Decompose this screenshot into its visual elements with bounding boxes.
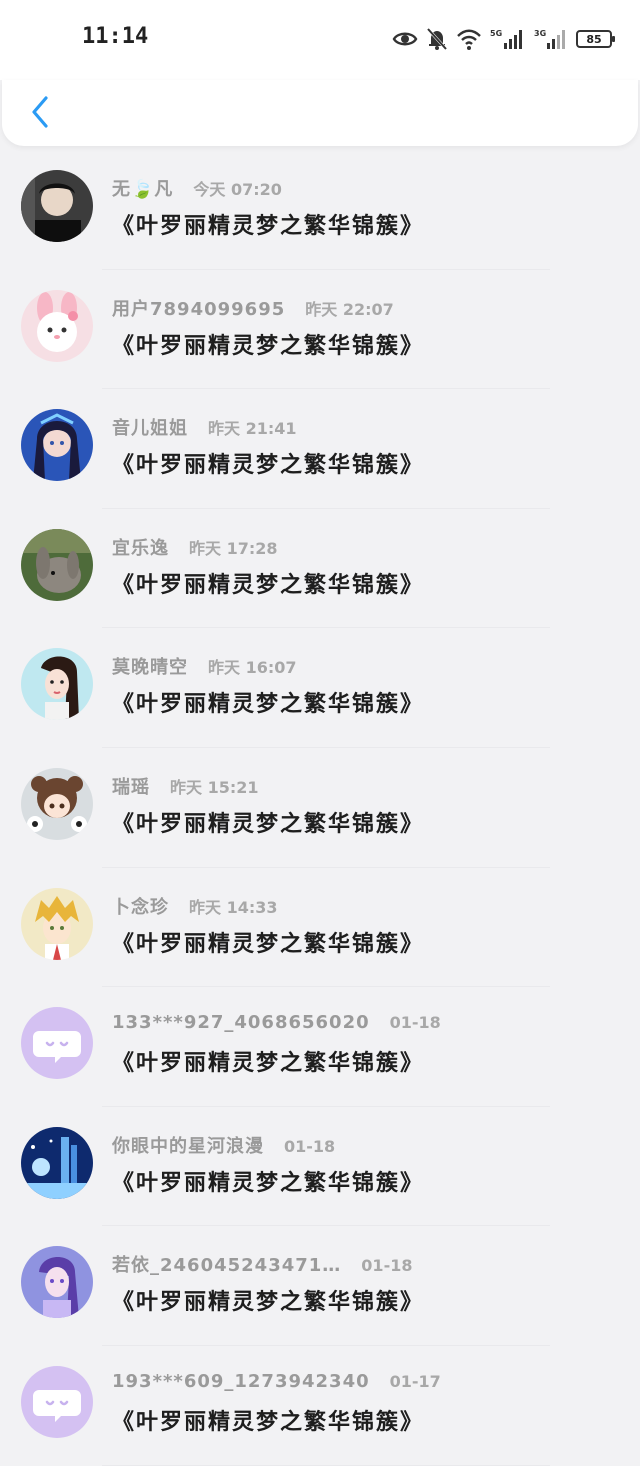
network-label-3g: 3G bbox=[534, 29, 546, 38]
comment-meta: 用户7894099695 昨天 22:07 bbox=[112, 295, 394, 321]
back-button[interactable] bbox=[20, 92, 60, 132]
timestamp: 01-18 bbox=[284, 1136, 336, 1156]
user-avatar[interactable] bbox=[21, 887, 93, 960]
username[interactable]: 你眼中的星河浪漫 bbox=[112, 1132, 264, 1158]
user-avatar[interactable] bbox=[21, 170, 93, 242]
username[interactable]: 133***927_4068656020 bbox=[112, 1012, 370, 1033]
mute-bell-icon bbox=[426, 27, 448, 51]
comment-meta: 无🍃凡 今天 07:20 bbox=[112, 175, 282, 201]
book-title-link[interactable]: 《叶罗丽精灵梦之繁华锦簇》 bbox=[112, 447, 424, 479]
book-title-link[interactable]: 《叶罗丽精灵梦之繁华锦簇》 bbox=[112, 1045, 424, 1077]
comment-meta: 宜乐逸 昨天 17:28 bbox=[112, 534, 278, 560]
user-avatar[interactable] bbox=[21, 1007, 93, 1080]
comment-meta: 莫晚晴空 昨天 16:07 bbox=[112, 653, 297, 679]
network-label-5g: 5G bbox=[490, 29, 502, 38]
comment-item[interactable]: 音儿姐姐 昨天 21:41 《叶罗丽精灵梦之繁华锦簇》 bbox=[0, 389, 640, 509]
user-avatar[interactable] bbox=[21, 528, 93, 601]
timestamp: 昨天 21:41 bbox=[208, 419, 297, 439]
comment-meta: 卜念珍 昨天 14:33 bbox=[112, 893, 278, 919]
comment-meta: 133***927_4068656020 01-18 bbox=[112, 1012, 441, 1033]
eye-icon bbox=[392, 32, 418, 46]
timestamp: 01-18 bbox=[389, 1013, 441, 1033]
battery-indicator: 85 bbox=[576, 30, 615, 48]
signal-3g-icon: 3G bbox=[534, 29, 565, 49]
timestamp: 01-18 bbox=[361, 1256, 413, 1276]
comment-item[interactable]: 宜乐逸 昨天 17:28 《叶罗丽精灵梦之繁华锦簇》 bbox=[0, 509, 640, 629]
username[interactable]: 莫晚晴空 bbox=[112, 653, 188, 679]
timestamp: 01-17 bbox=[389, 1371, 441, 1391]
book-title-link[interactable]: 《叶罗丽精灵梦之繁华锦簇》 bbox=[112, 328, 424, 360]
username[interactable]: 193***609_1273942340 bbox=[112, 1371, 370, 1392]
comment-item[interactable]: 用户7894099695 昨天 22:07 《叶罗丽精灵梦之繁华锦簇》 bbox=[0, 270, 640, 390]
timestamp: 今天 07:20 bbox=[193, 180, 282, 199]
username[interactable]: 宜乐逸 bbox=[112, 534, 169, 560]
comment-item[interactable]: 193***609_1273942340 01-17 《叶罗丽精灵梦之繁华锦簇》 bbox=[0, 1346, 640, 1466]
user-avatar[interactable] bbox=[21, 648, 93, 721]
divider bbox=[102, 1464, 550, 1466]
comment-item[interactable]: 133***927_4068656020 01-18 《叶罗丽精灵梦之繁华锦簇》 bbox=[0, 987, 640, 1107]
username[interactable]: 若依_246045243471… bbox=[112, 1251, 341, 1277]
comment-item[interactable]: 莫晚晴空 昨天 16:07 《叶罗丽精灵梦之繁华锦簇》 bbox=[0, 628, 640, 748]
chevron-left-icon bbox=[32, 96, 48, 128]
user-avatar[interactable] bbox=[21, 409, 93, 482]
book-title-link[interactable]: 《叶罗丽精灵梦之繁华锦簇》 bbox=[112, 567, 424, 599]
username[interactable]: 音儿姐姐 bbox=[112, 414, 188, 440]
book-title-link[interactable]: 《叶罗丽精灵梦之繁华锦簇》 bbox=[112, 806, 424, 838]
comment-item[interactable]: 你眼中的星河浪漫 01-18 《叶罗丽精灵梦之繁华锦簇》 bbox=[0, 1107, 640, 1227]
timestamp: 昨天 22:07 bbox=[305, 299, 394, 319]
comment-item[interactable]: 无🍃凡 今天 07:20 《叶罗丽精灵梦之繁华锦簇》 bbox=[0, 150, 640, 270]
username[interactable]: 卜念珍 bbox=[112, 893, 169, 919]
username[interactable]: 用户7894099695 bbox=[112, 295, 285, 321]
book-title-link[interactable]: 《叶罗丽精灵梦之繁华锦簇》 bbox=[112, 1165, 424, 1197]
user-avatar[interactable] bbox=[21, 1365, 93, 1438]
user-avatar[interactable] bbox=[21, 1126, 93, 1199]
comment-meta: 193***609_1273942340 01-17 bbox=[112, 1371, 441, 1392]
status-bar: 11:14 5G 3G 85 bbox=[0, 0, 640, 80]
wifi-icon bbox=[457, 29, 481, 50]
timestamp: 昨天 14:33 bbox=[189, 897, 278, 917]
book-title-link[interactable]: 《叶罗丽精灵梦之繁华锦簇》 bbox=[112, 1284, 424, 1316]
comment-list: 无🍃凡 今天 07:20 《叶罗丽精灵梦之繁华锦簇》 用户7894099695 昨天 2… bbox=[0, 150, 640, 1466]
username[interactable]: 瑞瑶 bbox=[112, 773, 150, 799]
signal-5g-icon: 5G bbox=[490, 29, 522, 49]
user-avatar[interactable] bbox=[21, 289, 93, 362]
comment-item[interactable]: 若依_246045243471… 01-18 《叶罗丽精灵梦之繁华锦簇》 bbox=[0, 1226, 640, 1346]
timestamp: 昨天 15:21 bbox=[170, 777, 259, 797]
book-title-link[interactable]: 《叶罗丽精灵梦之繁华锦簇》 bbox=[112, 926, 424, 958]
user-avatar[interactable] bbox=[21, 767, 93, 840]
user-avatar[interactable] bbox=[21, 1246, 93, 1319]
comment-item[interactable]: 卜念珍 昨天 14:33 《叶罗丽精灵梦之繁华锦簇》 bbox=[0, 868, 640, 988]
status-time: 11:14 bbox=[82, 24, 149, 49]
nav-bar bbox=[2, 80, 638, 146]
comment-meta: 音儿姐姐 昨天 21:41 bbox=[112, 414, 297, 440]
status-icons: 5G 3G 85 bbox=[392, 26, 615, 52]
comment-item[interactable]: 瑞瑶 昨天 15:21 《叶罗丽精灵梦之繁华锦簇》 bbox=[0, 748, 640, 868]
book-title-link[interactable]: 《叶罗丽精灵梦之繁华锦簇》 bbox=[112, 686, 424, 718]
comment-meta: 你眼中的星河浪漫 01-18 bbox=[112, 1132, 335, 1158]
timestamp: 昨天 17:28 bbox=[189, 538, 278, 558]
comment-meta: 若依_246045243471… 01-18 bbox=[112, 1251, 412, 1277]
username[interactable]: 无🍃凡 bbox=[112, 175, 173, 201]
book-title-link[interactable]: 《叶罗丽精灵梦之繁华锦簇》 bbox=[112, 208, 424, 240]
comment-meta: 瑞瑶 昨天 15:21 bbox=[112, 773, 259, 799]
book-title-link[interactable]: 《叶罗丽精灵梦之繁华锦簇》 bbox=[112, 1404, 424, 1436]
timestamp: 昨天 16:07 bbox=[208, 658, 297, 678]
